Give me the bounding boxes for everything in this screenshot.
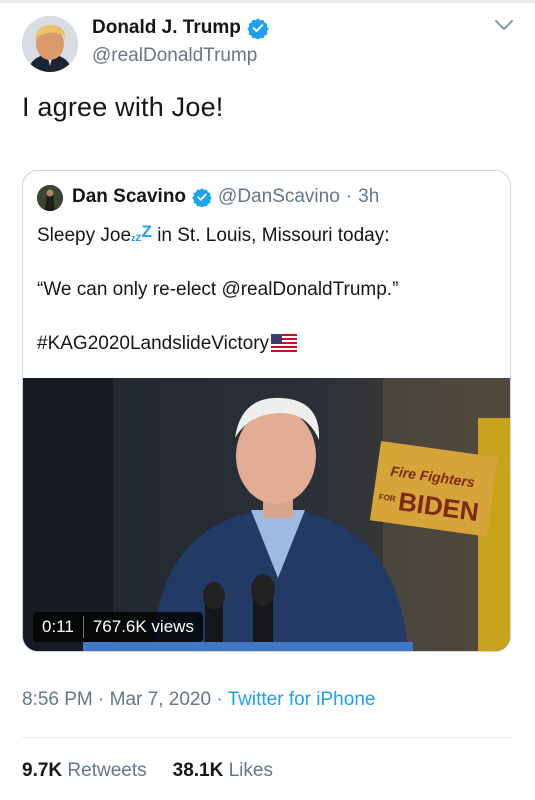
verified-badge-icon [192,188,212,207]
video-info-badge: 0:11 767.6K views [33,612,203,642]
top-divider [0,0,535,3]
stats-divider [22,737,513,738]
tweet-metadata: 8:56 PM · Mar 7, 2020 · Twitter for iPho… [22,689,375,711]
author-name-row: Donald J. Trump [92,17,269,39]
retweets-label: Retweets [67,760,147,781]
quoted-tweet[interactable]: Dan Scavino @DanScavino · 3h Sleepy Joez… [22,170,511,652]
author-name[interactable]: Donald J. Trump [92,17,241,39]
quoted-author-handle: @DanScavino [218,186,340,207]
us-flag-icon [271,334,298,352]
video-player[interactable]: Fire Fighters FOR BIDEN 0:11 767.6K view… [23,378,510,651]
hashtag-link[interactable]: #KAG2020LandslideVictory [37,333,269,354]
quoted-author-name: Dan Scavino [72,186,187,207]
meta-separator: · [216,689,223,710]
header-separator: · [345,186,353,207]
tweet-source-link[interactable]: Twitter for iPhone [228,689,376,710]
chevron-down-icon[interactable] [494,18,514,32]
tweet-time[interactable]: 8:56 PM [22,689,93,710]
likes-stat[interactable]: 38.1K Likes [173,760,273,782]
meta-separator: · [98,689,105,710]
quoted-avatar-photo [37,185,63,211]
author-avatar[interactable] [22,16,78,72]
retweets-count: 9.7K [22,760,63,781]
quoted-text-line-3: #KAG2020LandslideVictory [37,333,298,355]
author-handle[interactable]: @realDonaldTrump [92,45,257,67]
tweet-date[interactable]: Mar 7, 2020 [110,689,211,710]
retweets-stat[interactable]: 9.7K Retweets [22,760,147,782]
likes-label: Likes [228,760,273,781]
tweet-text: I agree with Joe! [22,92,224,122]
quoted-timestamp: 3h [358,186,380,207]
quoted-text-line-2: “We can only re-elect @realDonaldTrump.” [37,279,399,300]
video-thumbnail: Fire Fighters FOR BIDEN [23,378,510,651]
quoted-text-prefix: Sleepy Joe [37,225,132,246]
video-duration: 0:11 [42,617,74,636]
avatar-photo [22,16,78,72]
quoted-author-avatar [37,185,63,211]
sleeping-zzz-icon: zzZ [131,222,152,244]
verified-badge-icon [247,18,269,39]
quoted-header: Dan Scavino @DanScavino · 3h [72,186,379,208]
tweet-stats: 9.7K Retweets 38.1K Likes [22,760,273,782]
quoted-text-suffix: in St. Louis, Missouri today: [157,225,390,246]
video-views: 767.6K views [92,617,194,636]
likes-count: 38.1K [172,760,224,781]
quoted-text-line-1: Sleepy JoezzZ in St. Louis, Missouri tod… [37,222,390,247]
